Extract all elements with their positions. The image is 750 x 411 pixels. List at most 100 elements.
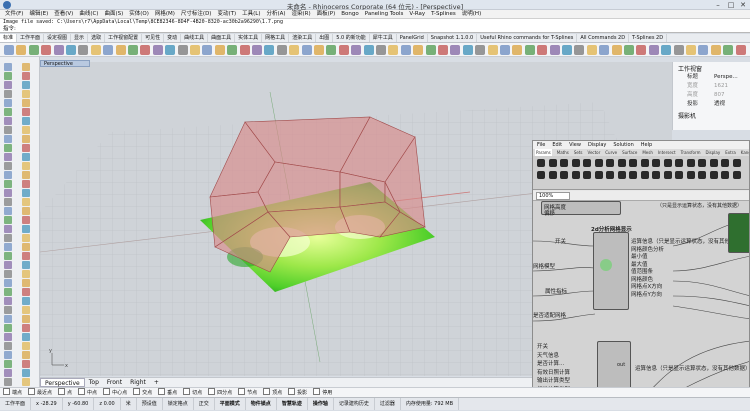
toolbar-tab-4[interactable]: 选取 xyxy=(88,34,106,42)
osnap-4[interactable]: 中心点 xyxy=(103,388,127,397)
gh-component-top[interactable]: 网格高度 偏移 xyxy=(541,201,621,217)
left-tool-icon[interactable] xyxy=(22,333,30,341)
toolbar-icon[interactable] xyxy=(574,45,585,55)
gh-component-icon[interactable] xyxy=(675,171,683,179)
toolbar-tab-7[interactable]: 变动 xyxy=(164,34,182,42)
left-tool-icon[interactable] xyxy=(22,297,30,305)
toolbar-icon[interactable] xyxy=(115,45,126,55)
toolbar-icon[interactable] xyxy=(735,45,746,55)
menu-item-14[interactable]: Paneling Tools xyxy=(362,10,407,18)
toolbar-icon[interactable] xyxy=(524,45,535,55)
toolbar-tab-10[interactable]: 实体工具 xyxy=(235,34,263,42)
left-tool-icon[interactable] xyxy=(22,369,30,377)
osnap-3[interactable]: 中点 xyxy=(78,388,97,397)
left-tool-icon[interactable] xyxy=(22,315,30,323)
toolbar-tab-15[interactable]: 犀牛工具 xyxy=(370,34,397,42)
toolbar-icon[interactable] xyxy=(276,45,287,55)
toolbar-icon[interactable] xyxy=(611,45,622,55)
toolbar-tab-14[interactable]: 5.0 的新功能 xyxy=(333,34,370,42)
status-item-5[interactable]: 操作轴 xyxy=(308,398,334,410)
left-tool-icon[interactable] xyxy=(22,135,30,143)
toolbar-icon[interactable] xyxy=(53,45,64,55)
left-tool-icon[interactable] xyxy=(4,324,12,332)
menu-item-3[interactable]: 曲线(C) xyxy=(76,10,101,18)
left-tool-icon[interactable] xyxy=(4,135,12,143)
left-tool-icon[interactable] xyxy=(22,63,30,71)
left-tool-icon[interactable] xyxy=(22,243,30,251)
left-tool-icon[interactable] xyxy=(4,72,12,80)
viewport-tab-add[interactable]: + xyxy=(150,378,163,387)
gh-component-icon[interactable] xyxy=(571,159,580,167)
gh-menu-item-edit[interactable]: Edit xyxy=(552,141,562,149)
gh-component-icon[interactable] xyxy=(560,159,568,167)
toolbar-icon[interactable] xyxy=(599,45,610,55)
toolbar-icon[interactable] xyxy=(500,45,510,55)
left-tool-icon[interactable] xyxy=(4,243,12,251)
left-tool-icon[interactable] xyxy=(22,162,30,170)
toolbar-icon[interactable] xyxy=(400,45,411,55)
toolbar-tab-19[interactable]: All Commands 2D xyxy=(577,34,630,42)
toolbar-icon[interactable] xyxy=(487,45,498,55)
toolbar-icon[interactable] xyxy=(562,45,572,55)
viewport-tab-front[interactable]: Front xyxy=(103,378,126,387)
gh-component-icon[interactable] xyxy=(537,159,545,167)
left-tool-icon[interactable] xyxy=(22,225,30,233)
left-tool-icon[interactable] xyxy=(22,189,30,197)
gh-component-icon[interactable] xyxy=(721,171,729,179)
left-tool-icon[interactable] xyxy=(22,378,30,386)
gh-component-icon[interactable] xyxy=(698,159,706,167)
menu-item-8[interactable]: 变动(T) xyxy=(214,10,239,18)
toolbar-tab-5[interactable]: 工作视窗配置 xyxy=(105,34,143,42)
left-tool-icon[interactable] xyxy=(22,117,30,125)
menu-item-0[interactable]: 文件(F) xyxy=(2,10,26,18)
status-layer[interactable]: 预设值 xyxy=(137,398,163,410)
gh-component-icon[interactable] xyxy=(548,159,557,167)
gh-component-icon[interactable] xyxy=(698,171,706,179)
toolbar-tab-16[interactable]: PanelGrid xyxy=(397,34,428,42)
left-tool-icon[interactable] xyxy=(4,378,12,386)
gh-menu-item-file[interactable]: File xyxy=(537,141,545,149)
menu-item-12[interactable]: 面板(P) xyxy=(314,10,339,18)
toolbar-icon[interactable] xyxy=(388,45,399,55)
osnap-6[interactable]: 垂点 xyxy=(158,388,177,397)
gh-component-icon[interactable] xyxy=(571,171,580,179)
gh-tab-kangaroo[interactable]: Kangaroo xyxy=(741,149,749,156)
osnap-8[interactable]: 四分点 xyxy=(208,388,232,397)
left-tool-icon[interactable] xyxy=(22,171,30,179)
osnap-2[interactable]: 点 xyxy=(58,388,72,397)
toolbar-icon[interactable] xyxy=(214,45,225,55)
status-item-0[interactable]: 锁定格点 xyxy=(163,398,194,410)
gh-menu-item-view[interactable]: View xyxy=(569,141,581,149)
toolbar-icon[interactable] xyxy=(686,45,696,55)
maximize-button[interactable]: □ xyxy=(725,1,737,9)
toolbar-icon[interactable] xyxy=(698,45,709,55)
left-tool-icon[interactable] xyxy=(22,153,30,161)
toolbar-icon[interactable] xyxy=(661,45,672,55)
gh-tab-extra[interactable]: Extra xyxy=(725,149,736,156)
toolbar-icon[interactable] xyxy=(363,45,374,55)
gh-component-icon[interactable] xyxy=(583,159,591,167)
gh-component-icon[interactable] xyxy=(594,159,603,167)
left-tool-icon[interactable] xyxy=(4,252,12,260)
menu-item-5[interactable]: 实体(O) xyxy=(126,10,152,18)
left-tool-icon[interactable] xyxy=(22,126,30,134)
gh-tab-maths[interactable]: Maths xyxy=(557,149,569,156)
menu-item-9[interactable]: 工具(L) xyxy=(239,10,263,18)
gh-tab-mesh[interactable]: Mesh xyxy=(642,149,653,156)
toolbar-icon[interactable] xyxy=(338,45,349,55)
left-tool-icon[interactable] xyxy=(22,72,30,80)
gh-component-icon[interactable] xyxy=(652,171,660,179)
menu-item-1[interactable]: 编辑(E) xyxy=(26,10,51,18)
left-tool-icon[interactable] xyxy=(22,234,30,242)
gh-component-icon[interactable] xyxy=(732,171,741,179)
status-item-2[interactable]: 平面模式 xyxy=(215,398,246,410)
toolbar-icon[interactable] xyxy=(165,45,176,55)
gh-component-icon[interactable] xyxy=(721,159,729,167)
toolbar-icon[interactable] xyxy=(673,45,684,55)
osnap-12[interactable]: 停用 xyxy=(313,388,332,397)
viewport-tab-top[interactable]: Top xyxy=(85,378,103,387)
gh-component-icon[interactable] xyxy=(606,171,614,179)
status-item-4[interactable]: 智慧轨迹 xyxy=(277,398,308,410)
toolbar-icon[interactable] xyxy=(326,45,337,55)
toolbar-icon[interactable] xyxy=(103,45,114,55)
